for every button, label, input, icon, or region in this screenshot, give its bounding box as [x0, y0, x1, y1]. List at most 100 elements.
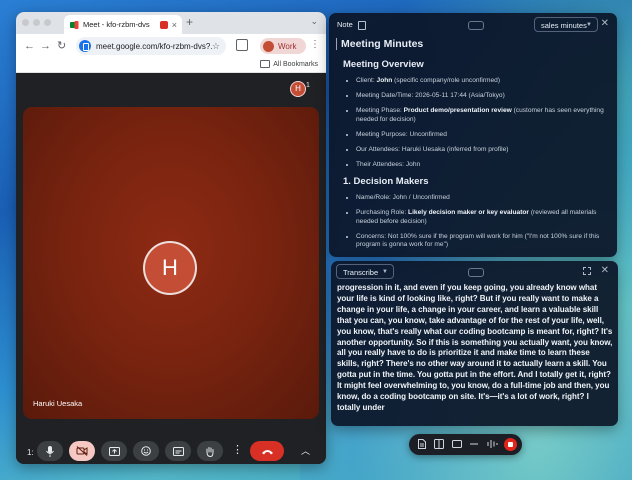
- list-item: Meeting Purpose: Unconfirmed: [356, 131, 608, 140]
- bookmark-star-icon[interactable]: ☆: [212, 41, 220, 52]
- profile-button[interactable]: Work: [260, 38, 306, 54]
- template-select-value: sales minutes: [541, 21, 587, 30]
- list-item: Meeting Phase: Product demo/presentation…: [356, 107, 608, 124]
- list-item-text: Concerns: Not 100% sure if the program w…: [356, 232, 600, 249]
- present-button[interactable]: [101, 441, 127, 461]
- list-item: Client: John (specific company/role unco…: [356, 77, 608, 86]
- participant-avatar: H: [145, 243, 195, 293]
- tab-strip: Meet - kfo-rzbm-dvs × + ⌄: [16, 12, 326, 34]
- audio-levels-icon: [487, 440, 498, 448]
- layout-icon[interactable]: [434, 439, 444, 449]
- participant-name: Haruki Uesaka: [33, 399, 83, 408]
- chevron-down-icon: ▼: [586, 22, 592, 28]
- captions-button[interactable]: [165, 441, 191, 461]
- transcribe-close-icon[interactable]: ✕: [601, 265, 609, 276]
- new-tab-button[interactable]: +: [186, 15, 193, 29]
- list-item-text: Meeting Date/Time: 2026-05-11 17:44 (Asi…: [356, 92, 505, 99]
- microphone-button[interactable]: [37, 441, 63, 461]
- reload-icon[interactable]: ↻: [57, 39, 66, 53]
- transcribe-select-value: Transcribe: [343, 268, 379, 277]
- list-item-text: Client:: [356, 77, 377, 84]
- list-item-text: Our Attendees: Haruki Uesaka (inferred f…: [356, 145, 509, 153]
- copy-icon[interactable]: [358, 21, 366, 30]
- transcribe-select[interactable]: Transcribe ▼: [336, 264, 394, 279]
- window-icon[interactable]: [452, 439, 462, 449]
- folder-icon: [260, 60, 271, 68]
- participant-badge[interactable]: H: [290, 81, 306, 97]
- list-item: Name/Role: John / Unconfirmed: [356, 194, 608, 203]
- meeting-time: 1:: [27, 448, 34, 457]
- call-controls: 1: ⋮ ︿: [16, 441, 326, 464]
- list-item-detail: (specific company/role unconfirmed): [392, 77, 501, 84]
- microphone-icon: [46, 445, 54, 457]
- stop-recording-button[interactable]: [504, 438, 517, 451]
- more-options-icon[interactable]: ⋮: [232, 443, 243, 456]
- browser-toolbar: ← → ↻ meet.google.com/kfo-rzbm-dvs?... ☆…: [16, 34, 326, 58]
- participant-tile: H Haruki Uesaka: [23, 107, 319, 419]
- camera-off-button[interactable]: [69, 441, 95, 461]
- tab-search-icon[interactable]: ⌄: [310, 16, 318, 27]
- list-item-text: Name/Role: John / Unconfirmed: [356, 194, 450, 201]
- browser-menu-icon[interactable]: ⋮: [310, 39, 320, 50]
- note-close-icon[interactable]: ✕: [601, 18, 609, 29]
- meet-logo-icon: [70, 20, 79, 29]
- list-item-text: Meeting Purpose: Unconfirmed: [356, 130, 447, 138]
- profile-label: Work: [278, 41, 297, 51]
- recorder-toolbar: [409, 434, 522, 455]
- list-item-emphasis: John: [376, 77, 393, 84]
- minimize-icon[interactable]: [469, 439, 479, 449]
- tab-title: Meet - kfo-rzbm-dvs: [83, 20, 150, 29]
- list-item-emphasis: Likely decision maker or key evaluator: [408, 209, 529, 216]
- list-item: Our Attendees: Haruki Uesaka (inferred f…: [356, 146, 608, 155]
- section-heading: 1. Decision Makers: [343, 176, 429, 187]
- tab-close-icon[interactable]: ×: [172, 20, 177, 30]
- note-content: Meeting Minutes Meeting Overview Client: …: [336, 38, 608, 254]
- list-item-emphasis: Product demo/presentation review: [403, 107, 512, 114]
- section-list: Client: John (specific company/role unco…: [336, 77, 608, 169]
- all-bookmarks-label: All Bookmarks: [273, 60, 318, 68]
- browser-window: Meet - kfo-rzbm-dvs × + ⌄ ← → ↻ meet.goo…: [16, 12, 326, 464]
- forward-icon[interactable]: →: [40, 39, 51, 53]
- end-call-button[interactable]: [250, 441, 284, 461]
- raise-hand-button[interactable]: [197, 441, 223, 461]
- site-info-icon[interactable]: [79, 40, 91, 52]
- chevron-down-icon: ▼: [382, 269, 388, 275]
- template-select[interactable]: sales minutes ▼: [534, 17, 598, 32]
- transcript-text: progression in it, and even if you keep …: [337, 283, 613, 412]
- list-item-text: Their Attendees: John: [356, 160, 421, 168]
- reactions-button[interactable]: [133, 441, 159, 461]
- hang-up-icon: [261, 449, 273, 454]
- drag-handle-icon[interactable]: [468, 268, 484, 277]
- chevron-up-icon[interactable]: ︿: [301, 444, 310, 457]
- list-item: Purchasing Role: Likely decision maker o…: [356, 209, 608, 226]
- hand-icon: [206, 446, 214, 457]
- bookmarks-bar: All Bookmarks: [16, 58, 326, 73]
- list-item: Concerns: Not 100% sure if the program w…: [356, 233, 608, 250]
- address-bar[interactable]: meet.google.com/kfo-rzbm-dvs?... ☆: [76, 37, 226, 55]
- captions-icon: [172, 446, 184, 456]
- window-controls[interactable]: [22, 19, 51, 26]
- all-bookmarks-button[interactable]: All Bookmarks: [260, 60, 318, 68]
- note-panel-header: Note sales minutes ▼ ✕: [329, 13, 617, 37]
- section-list: Name/Role: John / Unconfirmed Purchasing …: [336, 194, 608, 254]
- profile-avatar: [263, 40, 274, 52]
- present-icon: [108, 446, 120, 456]
- list-item: Meeting Date/Time: 2026-05-11 17:44 (Asi…: [356, 92, 608, 101]
- recording-indicator-icon: [159, 20, 168, 29]
- list-item-text: Purchasing Role:: [356, 209, 409, 216]
- drag-handle-icon[interactable]: [468, 21, 484, 30]
- emoji-icon: [141, 446, 151, 456]
- camera-off-icon: [76, 446, 88, 456]
- expand-icon[interactable]: [583, 267, 591, 275]
- document-title: Meeting Minutes: [336, 38, 608, 50]
- participant-count: 1: [306, 82, 310, 89]
- note-header-label: Note: [337, 20, 353, 29]
- tab-meet[interactable]: Meet - kfo-rzbm-dvs ×: [64, 15, 182, 34]
- document-icon[interactable]: [418, 439, 426, 449]
- back-icon[interactable]: ←: [24, 39, 35, 53]
- list-item-text: Meeting Phase:: [356, 107, 404, 114]
- transcribe-panel: Transcribe ▼ ✕ progression in it, and ev…: [331, 261, 618, 426]
- section-heading: Meeting Overview: [343, 59, 424, 70]
- list-item: Their Attendees: John: [356, 161, 608, 170]
- extensions-icon[interactable]: [236, 39, 248, 51]
